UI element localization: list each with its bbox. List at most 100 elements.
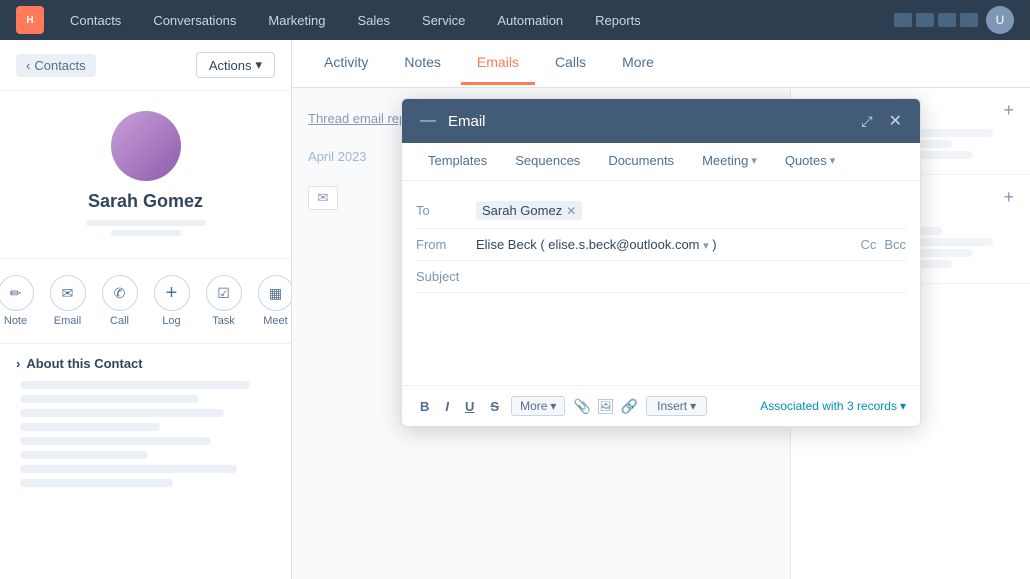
insert-chevron-icon: ▾: [690, 399, 696, 413]
hubspot-logo[interactable]: H: [16, 6, 44, 34]
from-label: From: [416, 237, 466, 252]
about-bar-5: [20, 437, 211, 445]
modal-close-button[interactable]: ✕: [885, 109, 906, 133]
recipient-remove-button[interactable]: ✕: [566, 204, 576, 218]
contacts-header: ‹ Contacts Actions ▾: [0, 40, 291, 91]
email-body[interactable]: [416, 293, 906, 373]
about-bar-3: [20, 409, 224, 417]
attachment-icon[interactable]: 📎: [573, 398, 590, 415]
nav-square-2: [916, 13, 934, 27]
to-label: To: [416, 203, 466, 218]
from-row: From Elise Beck ( elise.s.beck@outlook.c…: [416, 229, 906, 261]
back-to-contacts-button[interactable]: ‹ Contacts: [16, 54, 96, 77]
nav-square-1: [894, 13, 912, 27]
actions-chevron-icon: ▾: [255, 57, 262, 73]
about-bar-7: [20, 465, 237, 473]
call-action[interactable]: ✆ Call: [102, 275, 138, 327]
log-icon: +: [154, 275, 190, 311]
call-icon: ✆: [102, 275, 138, 311]
user-avatar[interactable]: U: [986, 6, 1014, 34]
right-area: Activity Notes Emails Calls More Thread …: [292, 40, 1030, 579]
contact-bar-2: [111, 230, 181, 236]
avatar: [111, 111, 181, 181]
action-icons-row: ✏ Note ✉ Email ✆ Call + Log ☑ Task ▦ Mee…: [0, 259, 291, 344]
underline-button[interactable]: U: [461, 397, 478, 416]
modal-tab-quotes[interactable]: Quotes ▾: [773, 143, 847, 180]
about-header[interactable]: › About this Contact: [16, 356, 275, 371]
contact-bar-1: [86, 220, 206, 226]
email-form: To Sarah Gomez ✕ From: [402, 181, 920, 385]
subject-label: Subject: [416, 269, 466, 284]
about-bar-1: [20, 381, 250, 389]
more-format-chevron-icon: ▾: [550, 399, 556, 413]
nav-service[interactable]: Service: [416, 9, 471, 32]
meet-icon: ▦: [258, 275, 293, 311]
meeting-dropdown-icon: ▾: [751, 154, 757, 167]
tab-activity[interactable]: Activity: [308, 42, 384, 85]
to-value: Sarah Gomez ✕: [476, 201, 906, 220]
modal-tab-templates[interactable]: Templates: [416, 143, 499, 180]
actions-button[interactable]: Actions ▾: [196, 52, 275, 78]
cc-button[interactable]: Cc: [860, 237, 876, 252]
modal-tab-documents[interactable]: Documents: [596, 143, 686, 180]
from-value: Elise Beck ( elise.s.beck@outlook.com ▾ …: [476, 237, 906, 252]
bcc-button[interactable]: Bcc: [884, 237, 906, 252]
nav-app-switcher: [894, 13, 978, 27]
quotes-dropdown-icon: ▾: [830, 154, 836, 167]
italic-button[interactable]: I: [441, 397, 453, 416]
tab-more[interactable]: More: [606, 42, 670, 85]
about-bar-8: [20, 479, 173, 487]
email-action[interactable]: ✉ Email: [50, 275, 86, 327]
tab-calls[interactable]: Calls: [539, 42, 602, 85]
tab-emails[interactable]: Emails: [461, 42, 535, 85]
nav-reports[interactable]: Reports: [589, 9, 647, 32]
about-bar-6: [20, 451, 148, 459]
modal-expand-button[interactable]: ⤢: [857, 111, 876, 132]
link-icon[interactable]: 🔗: [621, 398, 638, 415]
assoc-chevron-icon: ▾: [900, 399, 906, 413]
log-action[interactable]: + Log: [154, 275, 190, 327]
nav-marketing[interactable]: Marketing: [262, 9, 331, 32]
tab-notes[interactable]: Notes: [388, 42, 457, 85]
modal-header-actions: ⤢ ✕: [857, 109, 906, 133]
task-icon: ☑: [206, 275, 242, 311]
about-bar-2: [20, 395, 199, 403]
about-bar-4: [20, 423, 160, 431]
nav-contacts[interactable]: Contacts: [64, 9, 127, 32]
insert-button[interactable]: Insert ▾: [646, 396, 707, 416]
strikethrough-button[interactable]: S: [486, 397, 503, 416]
more-format-button[interactable]: More ▾: [511, 396, 565, 416]
modal-tab-meeting[interactable]: Meeting ▾: [690, 143, 769, 180]
from-dropdown-icon[interactable]: ▾: [703, 240, 709, 252]
task-action[interactable]: ☑ Task: [206, 275, 242, 327]
note-action[interactable]: ✏ Note: [0, 275, 34, 327]
about-chevron-icon: ›: [16, 356, 20, 371]
email-modal: — Email ⤢ ✕ Templates Sequences Document…: [401, 98, 921, 427]
email-modal-overlay: — Email ⤢ ✕ Templates Sequences Document…: [292, 88, 1030, 579]
nav-conversations[interactable]: Conversations: [147, 9, 242, 32]
contact-card: Sarah Gomez: [0, 91, 291, 259]
recipient-tag: Sarah Gomez ✕: [476, 201, 582, 220]
modal-tab-sequences[interactable]: Sequences: [503, 143, 592, 180]
nav-right-area: U: [894, 6, 1014, 34]
subject-row: Subject: [416, 261, 906, 293]
about-section: › About this Contact: [0, 344, 291, 499]
nav-automation[interactable]: Automation: [491, 9, 569, 32]
contact-name: Sarah Gomez: [88, 191, 203, 212]
cc-bcc-controls: Cc Bcc: [860, 237, 906, 252]
meet-action[interactable]: ▦ Meet: [258, 275, 293, 327]
modal-tabs: Templates Sequences Documents Meeting ▾ …: [402, 143, 920, 181]
top-navigation: H Contacts Conversations Marketing Sales…: [0, 0, 1030, 40]
subject-input[interactable]: [476, 269, 906, 284]
tabs-bar: Activity Notes Emails Calls More: [292, 40, 1030, 88]
main-layout: ‹ Contacts Actions ▾ Sarah Gomez ✏ Note …: [0, 40, 1030, 579]
email-icon: ✉: [50, 275, 86, 311]
image-icon[interactable]: 🖼: [597, 398, 615, 415]
modal-minimize-button[interactable]: —: [416, 110, 440, 132]
nav-sales[interactable]: Sales: [352, 9, 397, 32]
nav-square-3: [938, 13, 956, 27]
nav-square-4: [960, 13, 978, 27]
bold-button[interactable]: B: [416, 397, 433, 416]
associated-records-link[interactable]: Associated with 3 records ▾: [760, 399, 906, 413]
left-panel: ‹ Contacts Actions ▾ Sarah Gomez ✏ Note …: [0, 40, 292, 579]
